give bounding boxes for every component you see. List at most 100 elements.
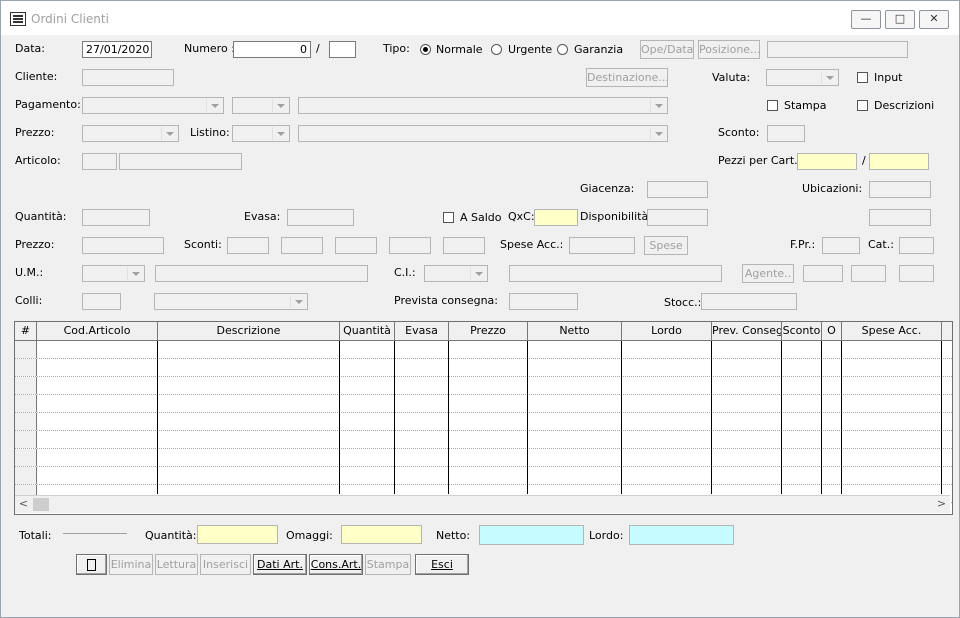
articolo-code-field[interactable] — [82, 153, 117, 170]
agente-3-field[interactable] — [899, 265, 934, 282]
table-row[interactable] — [15, 413, 952, 431]
cat-field[interactable] — [899, 237, 934, 254]
spese-acc-field[interactable] — [569, 237, 635, 254]
um-description-field[interactable] — [155, 265, 368, 282]
grid-col-evasa[interactable]: Evasa — [395, 322, 449, 341]
stampa-checkbox[interactable] — [767, 100, 778, 111]
sconto-3-field[interactable] — [335, 237, 377, 254]
pezzi-per-cart-secondary-field[interactable] — [869, 153, 929, 170]
table-row[interactable] — [15, 431, 952, 449]
ope-data-button[interactable]: Ope/Data — [640, 40, 694, 59]
order-lines-grid[interactable]: # Cod.Articolo Descrizione Quantità Evas… — [14, 321, 953, 515]
row-header[interactable] — [15, 359, 37, 376]
prezzo-dropdown[interactable] — [82, 125, 179, 142]
totali-quantita-field[interactable] — [197, 525, 278, 544]
grid-col-index[interactable]: # — [15, 322, 37, 341]
grid-col-quantita[interactable]: Quantità — [340, 322, 395, 341]
articolo-description-field[interactable] — [119, 153, 242, 170]
colli-field[interactable] — [82, 293, 121, 310]
data-field[interactable]: 27/01/2020 — [82, 41, 152, 58]
lordo-field[interactable] — [629, 525, 734, 545]
tipo-garanzia-radio[interactable] — [557, 44, 568, 55]
grid-col-netto[interactable]: Netto — [528, 322, 622, 341]
numero-suffix-field[interactable] — [329, 41, 356, 58]
table-row[interactable] — [15, 377, 952, 395]
pagamento-code-dropdown[interactable] — [232, 97, 290, 114]
ubicazioni-secondary-field[interactable] — [869, 209, 931, 226]
table-row[interactable] — [15, 395, 952, 413]
grid-col-prev-consegna[interactable]: Prev. Consegn — [712, 322, 782, 341]
pagamento-description-dropdown[interactable] — [298, 97, 668, 114]
row-header[interactable] — [15, 377, 37, 394]
ci-description-field[interactable] — [509, 265, 722, 282]
qxc-field[interactable] — [534, 209, 578, 226]
cons-art-button[interactable]: Cons.Art. — [309, 554, 363, 575]
row-header[interactable] — [15, 341, 37, 358]
scroll-right-icon[interactable]: > — [933, 496, 950, 513]
descrizioni-checkbox[interactable] — [857, 100, 868, 111]
pagamento-dropdown[interactable] — [82, 97, 224, 114]
sconto-5-field[interactable] — [443, 237, 485, 254]
valuta-dropdown[interactable] — [766, 69, 839, 86]
elimina-button[interactable]: Elimina — [109, 554, 153, 575]
grid-col-spese-acc[interactable]: Spese Acc. — [842, 322, 942, 341]
numero-field[interactable]: 0 — [233, 41, 311, 58]
lettura-button[interactable]: Lettura — [155, 554, 198, 575]
scroll-left-icon[interactable]: < — [15, 496, 32, 513]
listino-description-dropdown[interactable] — [298, 125, 668, 142]
netto-field[interactable] — [479, 525, 584, 545]
grid-col-descrizione[interactable]: Descrizione — [158, 322, 340, 341]
table-row[interactable] — [15, 449, 952, 467]
um-dropdown[interactable] — [82, 265, 145, 282]
table-row[interactable] — [15, 341, 952, 359]
grid-col-lordo[interactable]: Lordo — [622, 322, 712, 341]
horizontal-scrollbar[interactable]: < > — [15, 495, 950, 513]
prezzo-riga-field[interactable] — [82, 237, 164, 254]
input-checkbox[interactable] — [857, 72, 868, 83]
quantita-field[interactable] — [82, 209, 150, 226]
prevista-consegna-field[interactable] — [509, 293, 578, 310]
minimize-button[interactable]: — — [851, 10, 881, 29]
dati-art-button[interactable]: Dati Art. — [253, 554, 307, 575]
grid-col-cod-articolo[interactable]: Cod.Articolo — [37, 322, 158, 341]
giacenza-field[interactable] — [647, 181, 708, 198]
sconto-1-field[interactable] — [227, 237, 269, 254]
tipo-normale-radio[interactable] — [420, 44, 431, 55]
omaggi-field[interactable] — [341, 525, 422, 544]
agente-button[interactable]: Agente.. — [742, 264, 794, 283]
sconto-2-field[interactable] — [281, 237, 323, 254]
close-button[interactable]: ✕ — [919, 10, 949, 29]
ubicazioni-field[interactable] — [869, 181, 931, 198]
colli-dropdown[interactable] — [154, 293, 308, 310]
pezzi-per-cart-field[interactable] — [797, 153, 857, 170]
inserisci-button[interactable]: Inserisci — [200, 554, 251, 575]
ci-dropdown[interactable] — [424, 265, 488, 282]
grid-col-o[interactable]: O — [822, 322, 842, 341]
table-row[interactable] — [15, 359, 952, 377]
row-header[interactable] — [15, 431, 37, 448]
row-header[interactable] — [15, 449, 37, 466]
fpr-field[interactable] — [822, 237, 860, 254]
grid-col-prezzo[interactable]: Prezzo — [449, 322, 528, 341]
disponibilita-field[interactable] — [647, 209, 708, 226]
a-saldo-checkbox[interactable] — [443, 212, 454, 223]
destinazione-button[interactable]: Destinazione... — [586, 68, 669, 87]
spese-button[interactable]: Spese — [644, 236, 688, 255]
esci-button[interactable]: Esci — [415, 554, 469, 575]
new-record-button[interactable] — [76, 554, 107, 575]
listino-dropdown[interactable] — [232, 125, 290, 142]
stampa-button[interactable]: Stampa — [365, 554, 411, 575]
row-header[interactable] — [15, 395, 37, 412]
grid-col-sconto[interactable]: Sconto — [782, 322, 822, 341]
stocc-field[interactable] — [701, 293, 797, 310]
posizione-field[interactable] — [767, 41, 908, 58]
posizione-button[interactable]: Posizione... — [698, 40, 761, 59]
evasa-field[interactable] — [287, 209, 354, 226]
row-header[interactable] — [15, 413, 37, 430]
sconto-field[interactable] — [767, 125, 805, 142]
scroll-thumb[interactable] — [33, 498, 49, 511]
sconto-4-field[interactable] — [389, 237, 431, 254]
cliente-field[interactable] — [82, 69, 174, 86]
row-header[interactable] — [15, 467, 37, 484]
agente-1-field[interactable] — [803, 265, 843, 282]
